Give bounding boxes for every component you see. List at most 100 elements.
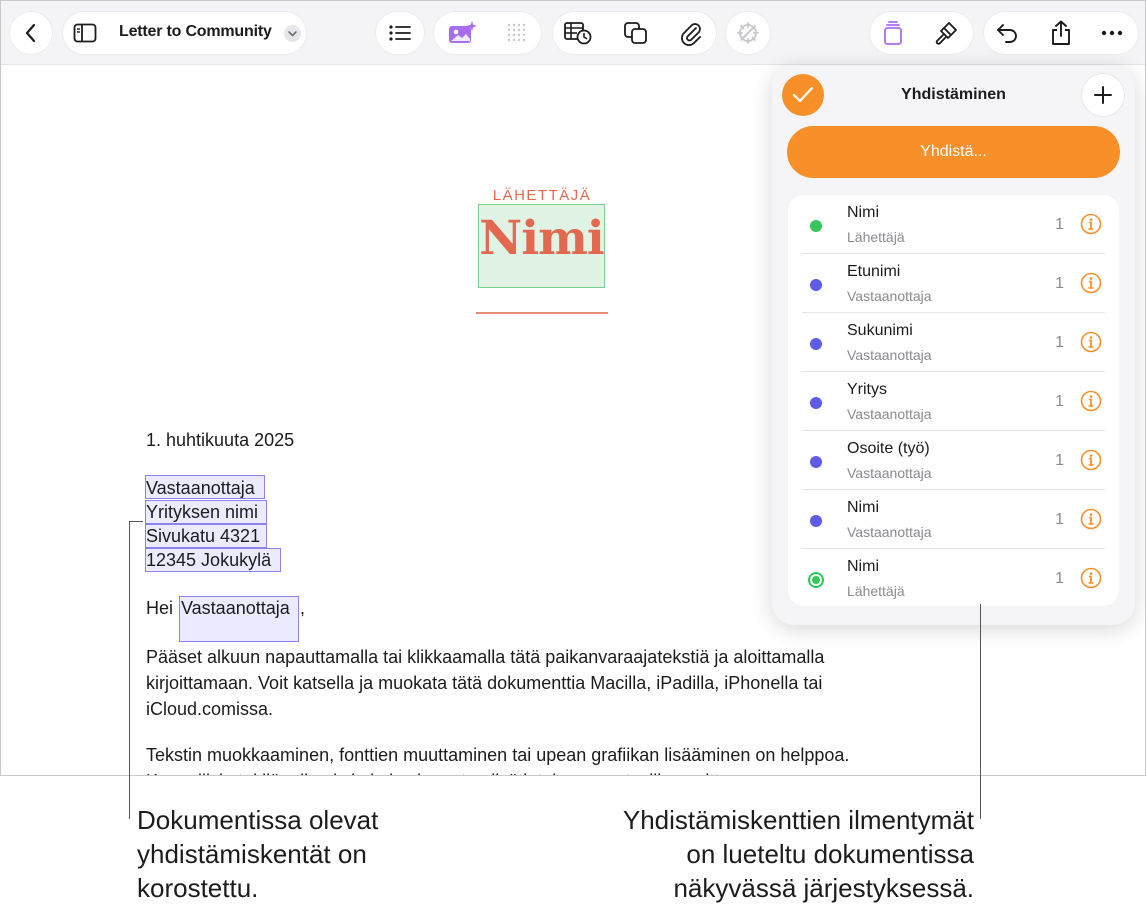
list-button[interactable]: [376, 12, 424, 54]
field-color-dot: [808, 572, 824, 588]
greeting-text: Hei: [146, 598, 174, 618]
paragraph-line[interactable]: kirjoittamaan. Voit katsella ja muokata …: [146, 670, 822, 696]
field-name: Nimi: [847, 558, 879, 575]
title-menu-button[interactable]: [284, 25, 301, 42]
field-name: Nimi: [847, 499, 879, 516]
paperclip-icon: [681, 23, 701, 46]
field-type: Lähettäjä: [847, 229, 905, 245]
add-field-button[interactable]: [1082, 74, 1124, 116]
left-callout-line-3: korostettu.: [137, 873, 259, 903]
sender-label: LÄHETTÄJÄ: [492, 187, 592, 204]
merge-field-row[interactable]: Etunimi Vastaanottaja 1: [788, 254, 1119, 313]
ellipsis-icon: [1101, 30, 1123, 36]
field-name: Sukunimi: [847, 322, 913, 339]
paragraph-line[interactable]: Tekstin muokkaaminen, fonttien muuttamin…: [146, 742, 849, 768]
field-type: Lähettäjä: [847, 583, 905, 599]
letter-date[interactable]: 1. huhtikuuta 2025: [146, 430, 294, 451]
street-address-field[interactable]: Sivukatu 4321: [146, 526, 260, 547]
field-type: Vastaanottaja: [847, 406, 932, 422]
info-icon[interactable]: [1080, 331, 1102, 353]
toolbar: Letter to Community: [1, 1, 1145, 65]
sidebar-icon: [73, 23, 97, 43]
field-name: Osoite (työ): [847, 440, 930, 457]
company-name-field[interactable]: Yrityksen nimi: [146, 502, 258, 523]
sidebar-button[interactable]: [73, 22, 97, 44]
document-title[interactable]: Letter to Community: [119, 23, 272, 41]
merge-field-row[interactable]: Nimi Lähettäjä 1: [788, 195, 1119, 254]
field-count: 1: [1055, 334, 1064, 351]
right-callout-line-3: näkyvässä järjestyksessä.: [673, 873, 974, 903]
info-icon[interactable]: [1080, 272, 1102, 294]
table-clock-icon: [564, 22, 592, 45]
info-icon[interactable]: [1080, 449, 1102, 471]
insert-table-button[interactable]: [563, 21, 593, 45]
left-callout-line-2: yhdistämiskentät on: [137, 839, 367, 869]
paragraph-line-clipped: Kaupallisia tekijänoikeuksia ja kuvia va…: [146, 768, 767, 775]
writing-tools-button[interactable]: [726, 12, 770, 54]
panel-title: Yhdistäminen: [901, 86, 1006, 103]
field-name: Nimi: [847, 204, 879, 221]
merge-field-row[interactable]: Yritys Vastaanottaja 1: [788, 372, 1119, 431]
merge-toggle-button[interactable]: [881, 20, 905, 46]
insert-shape-button[interactable]: [623, 21, 649, 45]
field-type: Vastaanottaja: [847, 524, 932, 540]
field-type: Vastaanottaja: [847, 288, 932, 304]
info-icon[interactable]: [1080, 508, 1102, 530]
postal-city-field[interactable]: 12345 Jokukylä: [146, 550, 271, 571]
writing-tools-icon: [737, 22, 759, 44]
ipad-screen: Letter to Community LÄHETTÄJÄ Nimi 1. hu…: [0, 0, 1146, 776]
info-icon[interactable]: [1080, 390, 1102, 412]
more-button[interactable]: [1101, 29, 1123, 37]
right-callout-line: [980, 604, 981, 819]
field-count: 1: [1055, 511, 1064, 528]
list-icon: [389, 25, 411, 41]
left-callout-line-1: Dokumentissa olevat: [137, 805, 379, 835]
format-button[interactable]: [933, 20, 959, 46]
merge-field-row[interactable]: Sukunimi Vastaanottaja 1: [788, 313, 1119, 372]
share-button[interactable]: [1050, 20, 1072, 46]
field-color-dot: [810, 456, 822, 468]
attachment-button[interactable]: [679, 20, 703, 46]
right-callout-line-2: on lueteltu dokumentissa: [686, 839, 974, 869]
chevron-down-icon: [288, 31, 297, 37]
left-callout-line: [129, 521, 130, 819]
merge-stack-icon: [884, 21, 902, 45]
info-icon[interactable]: [1080, 213, 1102, 235]
recipient-name-field[interactable]: Vastaanottaja: [146, 478, 255, 499]
field-count: 1: [1055, 393, 1064, 410]
field-color-dot: [810, 279, 822, 291]
field-count: 1: [1055, 570, 1064, 587]
merge-field-row[interactable]: Nimi Vastaanottaja 1: [788, 490, 1119, 549]
sender-name-field[interactable]: Nimi: [478, 211, 605, 266]
merge-field-row[interactable]: Osoite (työ) Vastaanottaja 1: [788, 431, 1119, 490]
info-icon[interactable]: [1080, 567, 1102, 589]
merge-field-list: Nimi Lähettäjä 1 Etunimi Vastaanottaja 1…: [788, 195, 1119, 606]
field-count: 1: [1055, 216, 1064, 233]
image-sparkle-icon: [449, 21, 477, 43]
undo-button[interactable]: [995, 22, 1019, 44]
paragraph-line[interactable]: iCloud.comissa.: [146, 696, 273, 722]
image-playground-button[interactable]: [447, 20, 477, 46]
back-button[interactable]: [10, 12, 52, 54]
left-callout-hook: [129, 521, 143, 522]
chevron-left-icon: [25, 23, 36, 43]
field-color-dot: [810, 338, 822, 350]
right-callout-line-1: Yhdistämiskenttien ilmentymät: [622, 805, 974, 835]
field-type: Vastaanottaja: [847, 465, 932, 481]
paragraph-line[interactable]: Pääset alkuun napauttamalla tai klikkaam…: [146, 644, 824, 670]
merge-button[interactable]: Yhdistä...: [787, 126, 1120, 178]
field-count: 1: [1055, 275, 1064, 292]
grid-button[interactable]: [506, 22, 528, 44]
greeting-recipient-field[interactable]: Vastaanottaja: [181, 598, 290, 619]
field-type: Vastaanottaja: [847, 347, 932, 363]
field-name: Etunimi: [847, 263, 901, 280]
share-icon: [1052, 20, 1070, 45]
checkmark-icon: [792, 86, 814, 103]
field-count: 1: [1055, 452, 1064, 469]
merge-field-row[interactable]: Nimi Lähettäjä 1: [788, 549, 1119, 608]
done-button[interactable]: [782, 74, 824, 116]
field-name: Yritys: [847, 381, 887, 398]
field-color-dot: [810, 397, 822, 409]
field-color-dot: [810, 515, 822, 527]
mail-merge-panel: Yhdistäminen Yhdistä... Nimi Lähettäjä 1…: [772, 65, 1135, 625]
